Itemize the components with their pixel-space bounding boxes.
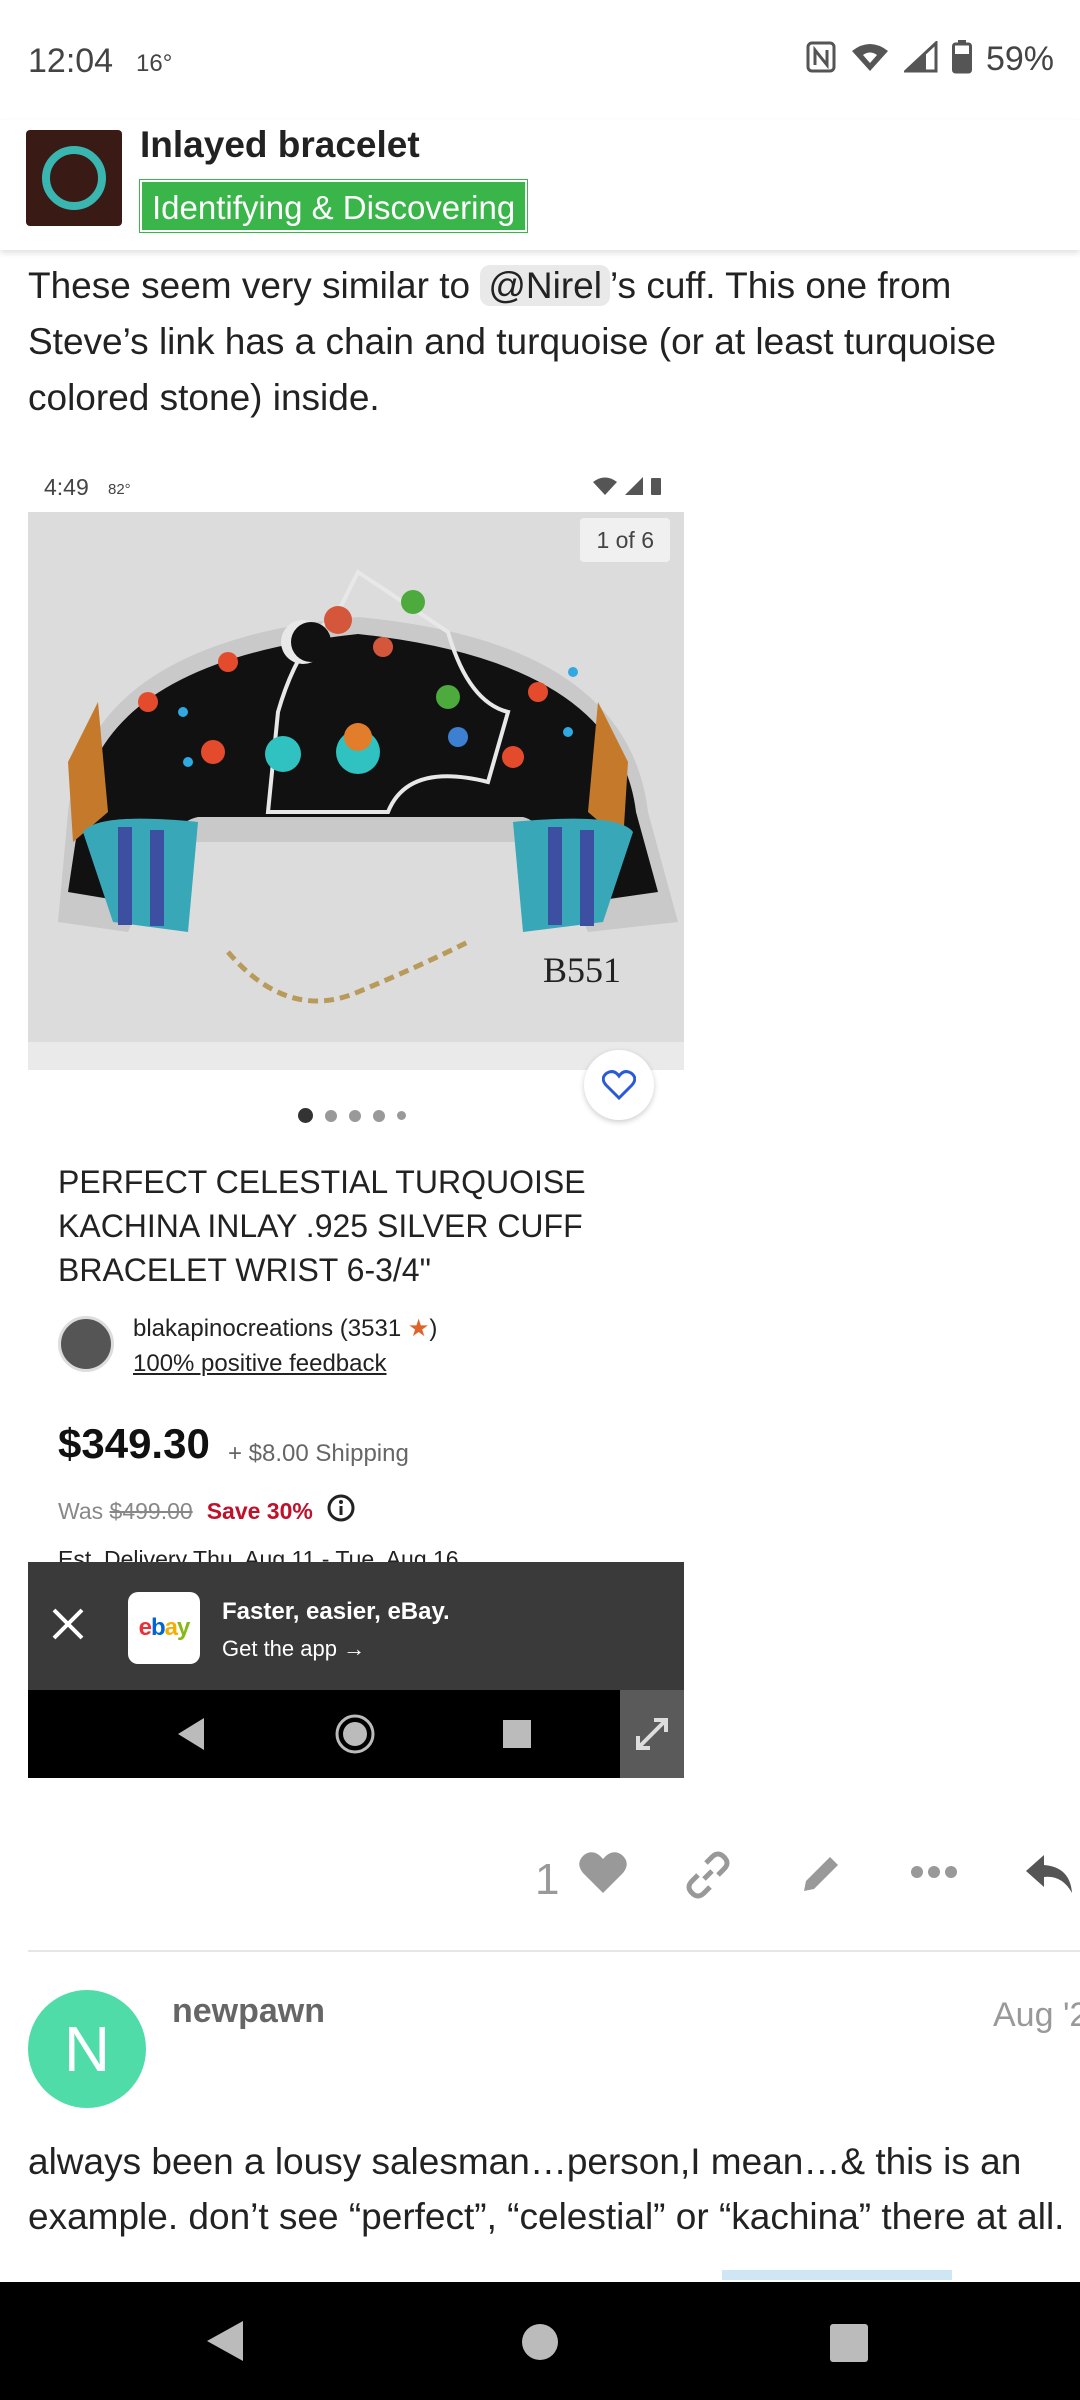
delivery-estimate: Est. Delivery Thu, Aug 11 - Tue, Aug 16 — [58, 1546, 459, 1562]
post-body: These seem very similar to @Nirel’s cuff… — [28, 258, 1068, 426]
photo-label: B551 — [543, 950, 621, 990]
post-date: Aug '22 — [993, 1996, 1080, 2034]
user-avatar[interactable]: N — [28, 1990, 146, 2108]
product-photo[interactable]: B551 — [28, 512, 684, 1042]
embedded-back-icon — [178, 1718, 204, 1750]
username[interactable]: newpawn — [172, 1992, 325, 2031]
was-price-row: Was $499.00 Save 30% — [58, 1494, 355, 1528]
post-divider — [28, 1950, 1080, 1952]
embedded-status-bar: 4:49 82° — [28, 460, 684, 512]
topic-title[interactable]: Inlayed bracelet — [140, 124, 420, 166]
was-label: Was $499.00 — [58, 1497, 193, 1524]
was-price: $499.00 — [109, 1497, 193, 1524]
carousel-dots — [298, 1108, 406, 1123]
site-logo[interactable] — [26, 130, 122, 226]
carousel-dot-active — [298, 1108, 313, 1123]
status-icons: 59% — [806, 39, 1054, 79]
carousel-dot — [325, 1109, 337, 1122]
post-text-part1: These seem very similar to — [28, 265, 481, 306]
expand-image-button[interactable] — [620, 1690, 684, 1778]
post-actions: 1 — [0, 1845, 1080, 1915]
status-bar: 12:04 16° 59% — [0, 0, 1080, 120]
embedded-wifi-icon — [593, 477, 617, 495]
loading-progress — [722, 2270, 952, 2280]
image-counter: 1 of 6 — [580, 518, 670, 562]
embedded-status-temp: 82° — [108, 481, 131, 498]
battery-percent: 59% — [985, 40, 1054, 78]
photo-base — [28, 1042, 684, 1070]
user-mention[interactable]: @Nirel — [480, 265, 610, 306]
embedded-nav-bar — [28, 1690, 684, 1778]
embedded-battery-icon — [651, 478, 661, 495]
battery-icon — [951, 40, 972, 79]
bracelet-image: B551 — [58, 569, 678, 1004]
like-count: 1 — [535, 1855, 560, 1904]
recent-apps-icon[interactable] — [830, 2324, 868, 2362]
status-temperature: 16° — [136, 50, 173, 77]
embedded-status-icons — [592, 476, 662, 496]
seller-feedback-link[interactable]: 100% positive feedback — [133, 1350, 387, 1378]
ebay-logo: ebay — [128, 1592, 200, 1664]
signal-icon — [902, 39, 938, 78]
more-icon[interactable] — [910, 1865, 958, 1884]
carousel-dot — [373, 1109, 385, 1122]
watch-heart-button[interactable] — [584, 1050, 654, 1120]
seller-name[interactable]: blakapinocreations (3531 ★) — [133, 1314, 437, 1343]
listing-title: PERFECT CELESTIAL TURQUOISE KACHINA INLA… — [58, 1164, 586, 1288]
expand-icon — [636, 1718, 668, 1750]
seller-name-close: ) — [429, 1315, 438, 1342]
star-icon: ★ — [407, 1315, 430, 1342]
save-percent: Save 30% — [206, 1497, 313, 1524]
embedded-status-time: 4:49 — [44, 474, 89, 500]
seller-avatar — [58, 1316, 114, 1372]
back-icon[interactable] — [205, 2319, 245, 2368]
system-nav-bar — [0, 2282, 1080, 2400]
embedded-screenshot[interactable]: 4:49 82° B551 1 of 6 PERFECT CELESTIAL T… — [28, 460, 684, 1778]
heart-outline-icon — [602, 1070, 636, 1100]
seller-name-text: blakapinocreations (3531 — [133, 1315, 402, 1342]
price: $349.30 — [58, 1420, 210, 1467]
category-badge[interactable]: Identifying & Discovering — [138, 179, 529, 233]
wifi-icon — [850, 41, 890, 78]
topic-header: Inlayed bracelet Identifying & Discoveri… — [0, 120, 1080, 250]
home-icon[interactable] — [522, 2324, 558, 2360]
link-icon[interactable] — [684, 1851, 732, 1904]
edit-icon[interactable] — [798, 1851, 844, 1902]
nfc-icon — [806, 41, 836, 78]
banner-title: Faster, easier, eBay. — [222, 1598, 450, 1625]
shipping-cost: + $8.00 Shipping — [228, 1440, 409, 1467]
carousel-dot — [349, 1109, 361, 1122]
reply-icon[interactable] — [1024, 1851, 1074, 1902]
logo-ring-icon — [42, 146, 106, 210]
reply-body: always been a lousy salesman…person,I me… — [28, 2141, 1065, 2237]
info-icon[interactable] — [327, 1494, 355, 1528]
carousel-dot — [397, 1111, 406, 1120]
app-promo-banner[interactable]: ebay Faster, easier, eBay. Get the app → — [28, 1562, 684, 1690]
heart-icon[interactable] — [578, 1851, 628, 1900]
status-time: 12:04 — [28, 42, 114, 80]
embedded-recent-icon — [503, 1720, 531, 1748]
embedded-signal-icon — [625, 477, 643, 495]
get-app-link[interactable]: Get the app → — [222, 1636, 365, 1662]
close-icon[interactable] — [46, 1602, 90, 1646]
